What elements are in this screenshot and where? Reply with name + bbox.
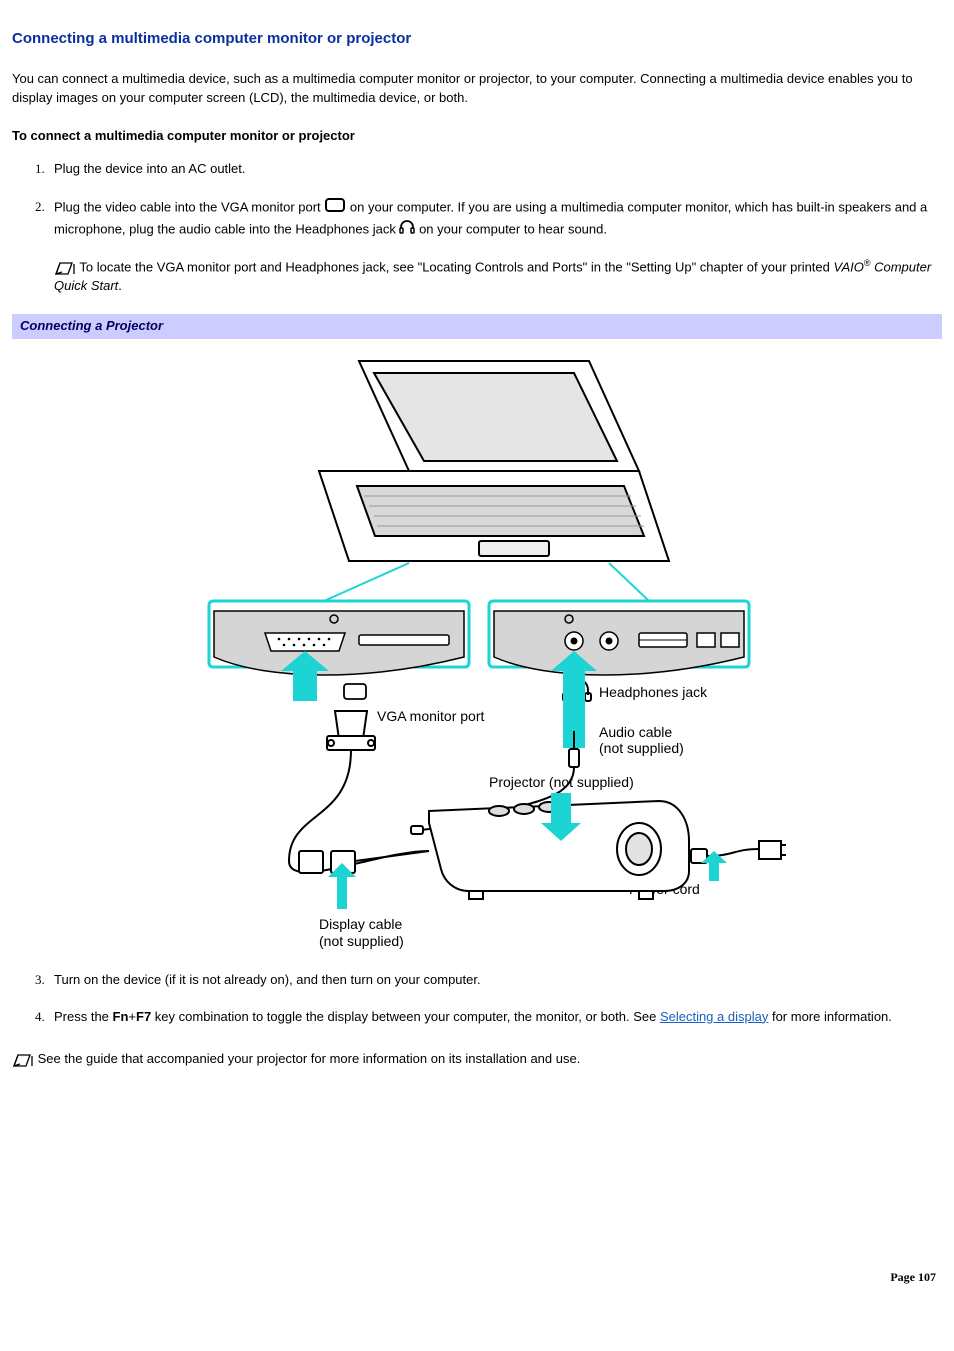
step-4: Press the Fn+F7 key combination to toggl… — [48, 1008, 942, 1027]
steps-list-continued: Turn on the device (if it is not already… — [30, 971, 942, 1027]
label-disp1: Display cable — [319, 916, 402, 932]
intro-paragraph: You can connect a multimedia device, suc… — [12, 70, 942, 108]
label-proj: Projector (not supplied) — [489, 774, 634, 790]
headphones-icon — [399, 219, 415, 241]
figure-caption: Connecting a Projector — [12, 314, 942, 339]
step-2-note: To locate the VGA monitor port and Headp… — [54, 257, 942, 296]
step-2: Plug the video cable into the VGA monito… — [48, 197, 942, 296]
steps-list: Plug the device into an AC outlet. Plug … — [30, 160, 942, 296]
selecting-display-link[interactable]: Selecting a display — [660, 1009, 768, 1024]
step-3: Turn on the device (if it is not already… — [48, 971, 942, 990]
step-1: Plug the device into an AC outlet. — [48, 160, 942, 179]
label-disp2: (not supplied) — [319, 933, 404, 949]
pencil-note-icon — [12, 1052, 34, 1068]
label-vga: VGA monitor port — [377, 708, 484, 724]
document-page: Connecting a multimedia computer monitor… — [0, 0, 954, 1295]
label-audio2: (not supplied) — [599, 740, 684, 756]
vga-port-icon — [324, 197, 346, 219]
section-subhead: To connect a multimedia computer monitor… — [12, 127, 942, 146]
label-audio1: Audio cable — [599, 724, 672, 740]
pencil-note-icon — [54, 260, 76, 276]
page-number: Page 107 — [12, 1269, 942, 1286]
projector-diagram: VGA monitor port Headphones jack Audio c… — [169, 351, 786, 951]
bottom-note: See the guide that accompanied your proj… — [12, 1050, 942, 1069]
label-hp: Headphones jack — [599, 684, 708, 700]
page-title: Connecting a multimedia computer monitor… — [12, 28, 942, 50]
